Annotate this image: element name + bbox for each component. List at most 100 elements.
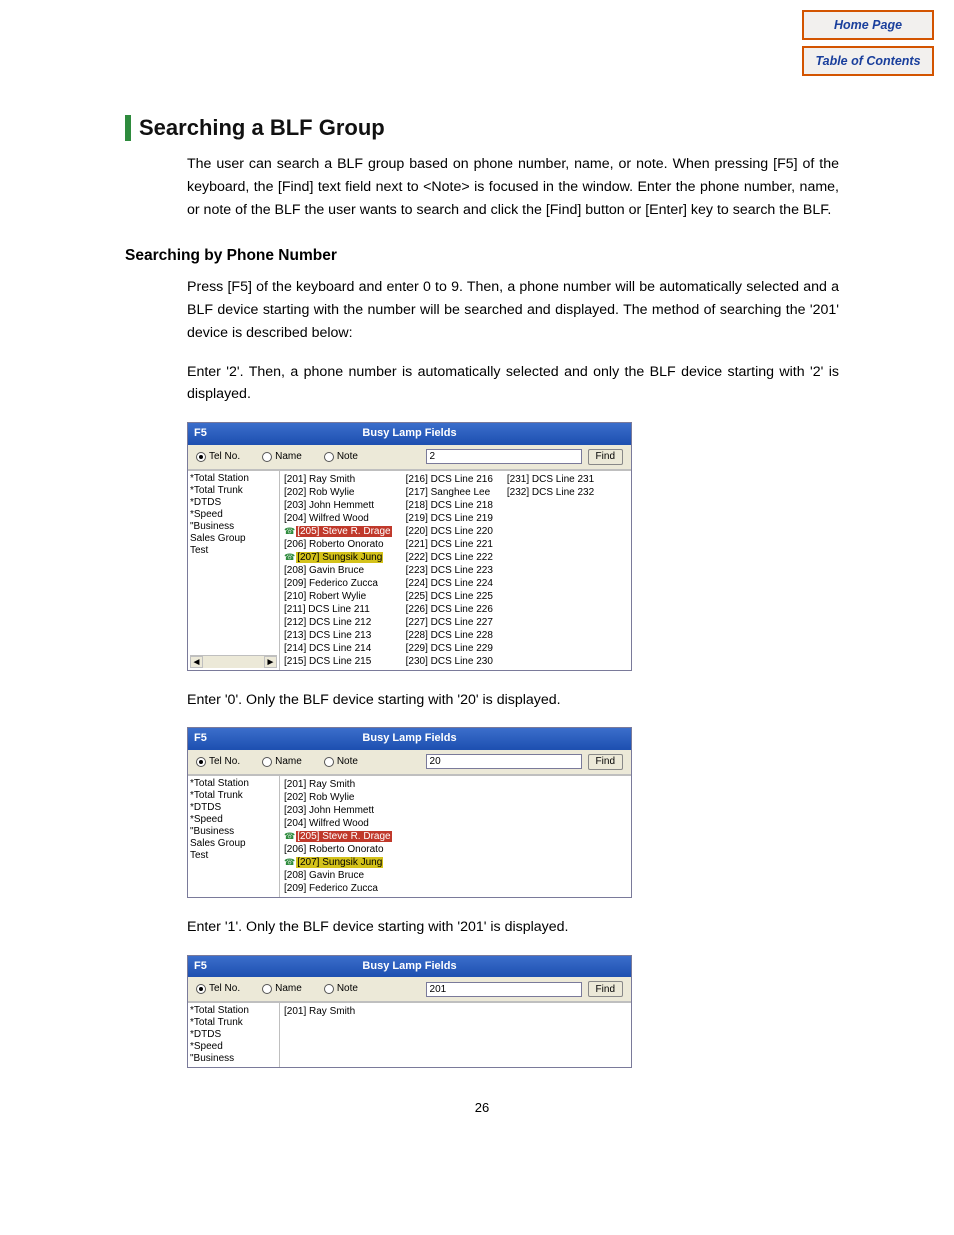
sidebar-item[interactable]: Sales Group <box>190 838 277 850</box>
blf-entry[interactable]: [220] DCS Line 220 <box>406 525 493 538</box>
blf-entry[interactable]: [224] DCS Line 224 <box>406 577 493 590</box>
paragraph-3: Enter '0'. Only the BLF device starting … <box>187 689 839 712</box>
window-title: Busy Lamp Fields <box>188 958 631 976</box>
search-input[interactable] <box>426 449 582 464</box>
blf-entry[interactable]: [202] Rob Wylie <box>284 791 392 804</box>
f5-label: F5 <box>194 425 207 443</box>
scrollbar-horizontal[interactable]: ◄► <box>190 655 277 668</box>
blf-entry[interactable]: [202] Rob Wylie <box>284 486 392 499</box>
scroll-left-icon[interactable]: ◄ <box>190 656 203 668</box>
blf-entry[interactable]: [211] DCS Line 211 <box>284 603 392 616</box>
paragraph-2: Enter '2'. Then, a phone number is autom… <box>187 361 839 406</box>
page-number: 26 <box>125 1098 839 1119</box>
radio-name[interactable]: Name <box>262 449 302 465</box>
blf-entry[interactable]: [219] DCS Line 219 <box>406 512 493 525</box>
home-page-link[interactable]: Home Page <box>802 10 934 40</box>
blf-entry[interactable]: [206] Roberto Onorato <box>284 843 392 856</box>
blf-entry[interactable]: [221] DCS Line 221 <box>406 538 493 551</box>
blf-entry[interactable]: ☎[205] Steve R. Drage <box>284 525 392 538</box>
sidebar-item[interactable]: *Speed <box>190 814 277 826</box>
radio-telno[interactable]: Tel No. <box>196 754 240 770</box>
blf-entry[interactable]: [203] John Hemmett <box>284 804 392 817</box>
sidebar-item[interactable]: "Business <box>190 826 277 838</box>
sidebar-item[interactable]: "Business <box>190 521 277 533</box>
sidebar-item[interactable]: Sales Group <box>190 533 277 545</box>
blf-entry[interactable]: [228] DCS Line 228 <box>406 629 493 642</box>
sidebar-item[interactable]: *Total Station <box>190 473 277 485</box>
page-title: Searching a BLF Group <box>125 115 839 141</box>
f5-label: F5 <box>194 958 207 976</box>
blf-entry[interactable]: [210] Robert Wylie <box>284 590 392 603</box>
blf-window-1: F5 Busy Lamp Fields Tel No. Name Note Fi… <box>187 422 632 671</box>
blf-entry[interactable]: [218] DCS Line 218 <box>406 499 493 512</box>
sidebar-item[interactable]: Test <box>190 850 277 862</box>
blf-entry[interactable]: [212] DCS Line 212 <box>284 616 392 629</box>
window-title: Busy Lamp Fields <box>188 730 631 748</box>
blf-entry[interactable]: [227] DCS Line 227 <box>406 616 493 629</box>
paragraph-4: Enter '1'. Only the BLF device starting … <box>187 916 839 939</box>
phone-icon: ☎ <box>284 857 295 867</box>
blf-entry[interactable]: [201] Ray Smith <box>284 778 392 791</box>
radio-name[interactable]: Name <box>262 981 302 997</box>
blf-entry[interactable]: [206] Roberto Onorato <box>284 538 392 551</box>
blf-entry[interactable]: [231] DCS Line 231 <box>507 473 594 486</box>
radio-name[interactable]: Name <box>262 754 302 770</box>
radio-telno[interactable]: Tel No. <box>196 449 240 465</box>
group-sidebar[interactable]: *Total Station*Total Trunk*DTDS*Speed"Bu… <box>188 776 280 897</box>
group-sidebar[interactable]: *Total Station*Total Trunk*DTDS*Speed"Bu… <box>188 471 280 670</box>
toc-link[interactable]: Table of Contents <box>802 46 934 76</box>
phone-icon: ☎ <box>284 526 295 536</box>
blf-entry[interactable]: [216] DCS Line 216 <box>406 473 493 486</box>
blf-entry[interactable]: ☎[205] Steve R. Drage <box>284 830 392 843</box>
blf-entry[interactable]: ☎[207] Sungsik Jung <box>284 551 392 564</box>
sidebar-item[interactable]: "Business <box>190 1053 277 1065</box>
group-sidebar[interactable]: *Total Station*Total Trunk*DTDS*Speed"Bu… <box>188 1003 280 1067</box>
blf-entry[interactable]: [225] DCS Line 225 <box>406 590 493 603</box>
blf-entry[interactable]: [229] DCS Line 229 <box>406 642 493 655</box>
find-button[interactable]: Find <box>588 981 623 997</box>
sidebar-item[interactable]: *DTDS <box>190 1029 277 1041</box>
sidebar-item[interactable]: *Total Trunk <box>190 485 277 497</box>
radio-telno[interactable]: Tel No. <box>196 981 240 997</box>
radio-note[interactable]: Note <box>324 754 358 770</box>
window-title: Busy Lamp Fields <box>188 425 631 443</box>
blf-entry[interactable]: [201] Ray Smith <box>284 473 392 486</box>
blf-entry[interactable]: [204] Wilfred Wood <box>284 817 392 830</box>
blf-window-2: F5 Busy Lamp Fields Tel No. Name Note Fi… <box>187 727 632 898</box>
blf-entry[interactable]: [208] Gavin Bruce <box>284 564 392 577</box>
blf-entry[interactable]: [208] Gavin Bruce <box>284 869 392 882</box>
blf-entry[interactable]: [201] Ray Smith <box>284 1005 355 1018</box>
blf-entry[interactable]: [232] DCS Line 232 <box>507 486 594 499</box>
radio-note[interactable]: Note <box>324 449 358 465</box>
find-button[interactable]: Find <box>588 754 623 770</box>
sidebar-item[interactable]: *DTDS <box>190 802 277 814</box>
blf-entry[interactable]: [215] DCS Line 215 <box>284 655 392 668</box>
phone-icon: ☎ <box>284 831 295 841</box>
scroll-right-icon[interactable]: ► <box>264 656 277 668</box>
radio-note[interactable]: Note <box>324 981 358 997</box>
blf-entry[interactable]: [213] DCS Line 213 <box>284 629 392 642</box>
blf-entry[interactable]: [214] DCS Line 214 <box>284 642 392 655</box>
sidebar-item[interactable]: *Total Station <box>190 778 277 790</box>
blf-entry[interactable]: [222] DCS Line 222 <box>406 551 493 564</box>
sidebar-item[interactable]: Test <box>190 545 277 557</box>
search-input[interactable] <box>426 982 582 997</box>
search-input[interactable] <box>426 754 582 769</box>
sidebar-item[interactable]: *DTDS <box>190 497 277 509</box>
blf-entry[interactable]: [230] DCS Line 230 <box>406 655 493 668</box>
blf-entry[interactable]: [217] Sanghee Lee <box>406 486 493 499</box>
blf-entry[interactable]: [209] Federico Zucca <box>284 882 392 895</box>
sidebar-item[interactable]: *Total Trunk <box>190 1017 277 1029</box>
sidebar-item[interactable]: *Speed <box>190 509 277 521</box>
blf-entry[interactable]: [223] DCS Line 223 <box>406 564 493 577</box>
sidebar-item[interactable]: *Total Station <box>190 1005 277 1017</box>
blf-entry[interactable]: [209] Federico Zucca <box>284 577 392 590</box>
blf-entry[interactable]: [226] DCS Line 226 <box>406 603 493 616</box>
find-button[interactable]: Find <box>588 449 623 465</box>
blf-entry[interactable]: [203] John Hemmett <box>284 499 392 512</box>
sidebar-item[interactable]: *Total Trunk <box>190 790 277 802</box>
blf-entry[interactable]: ☎[207] Sungsik Jung <box>284 856 392 869</box>
sidebar-item[interactable]: *Speed <box>190 1041 277 1053</box>
f5-label: F5 <box>194 730 207 748</box>
blf-entry[interactable]: [204] Wilfred Wood <box>284 512 392 525</box>
